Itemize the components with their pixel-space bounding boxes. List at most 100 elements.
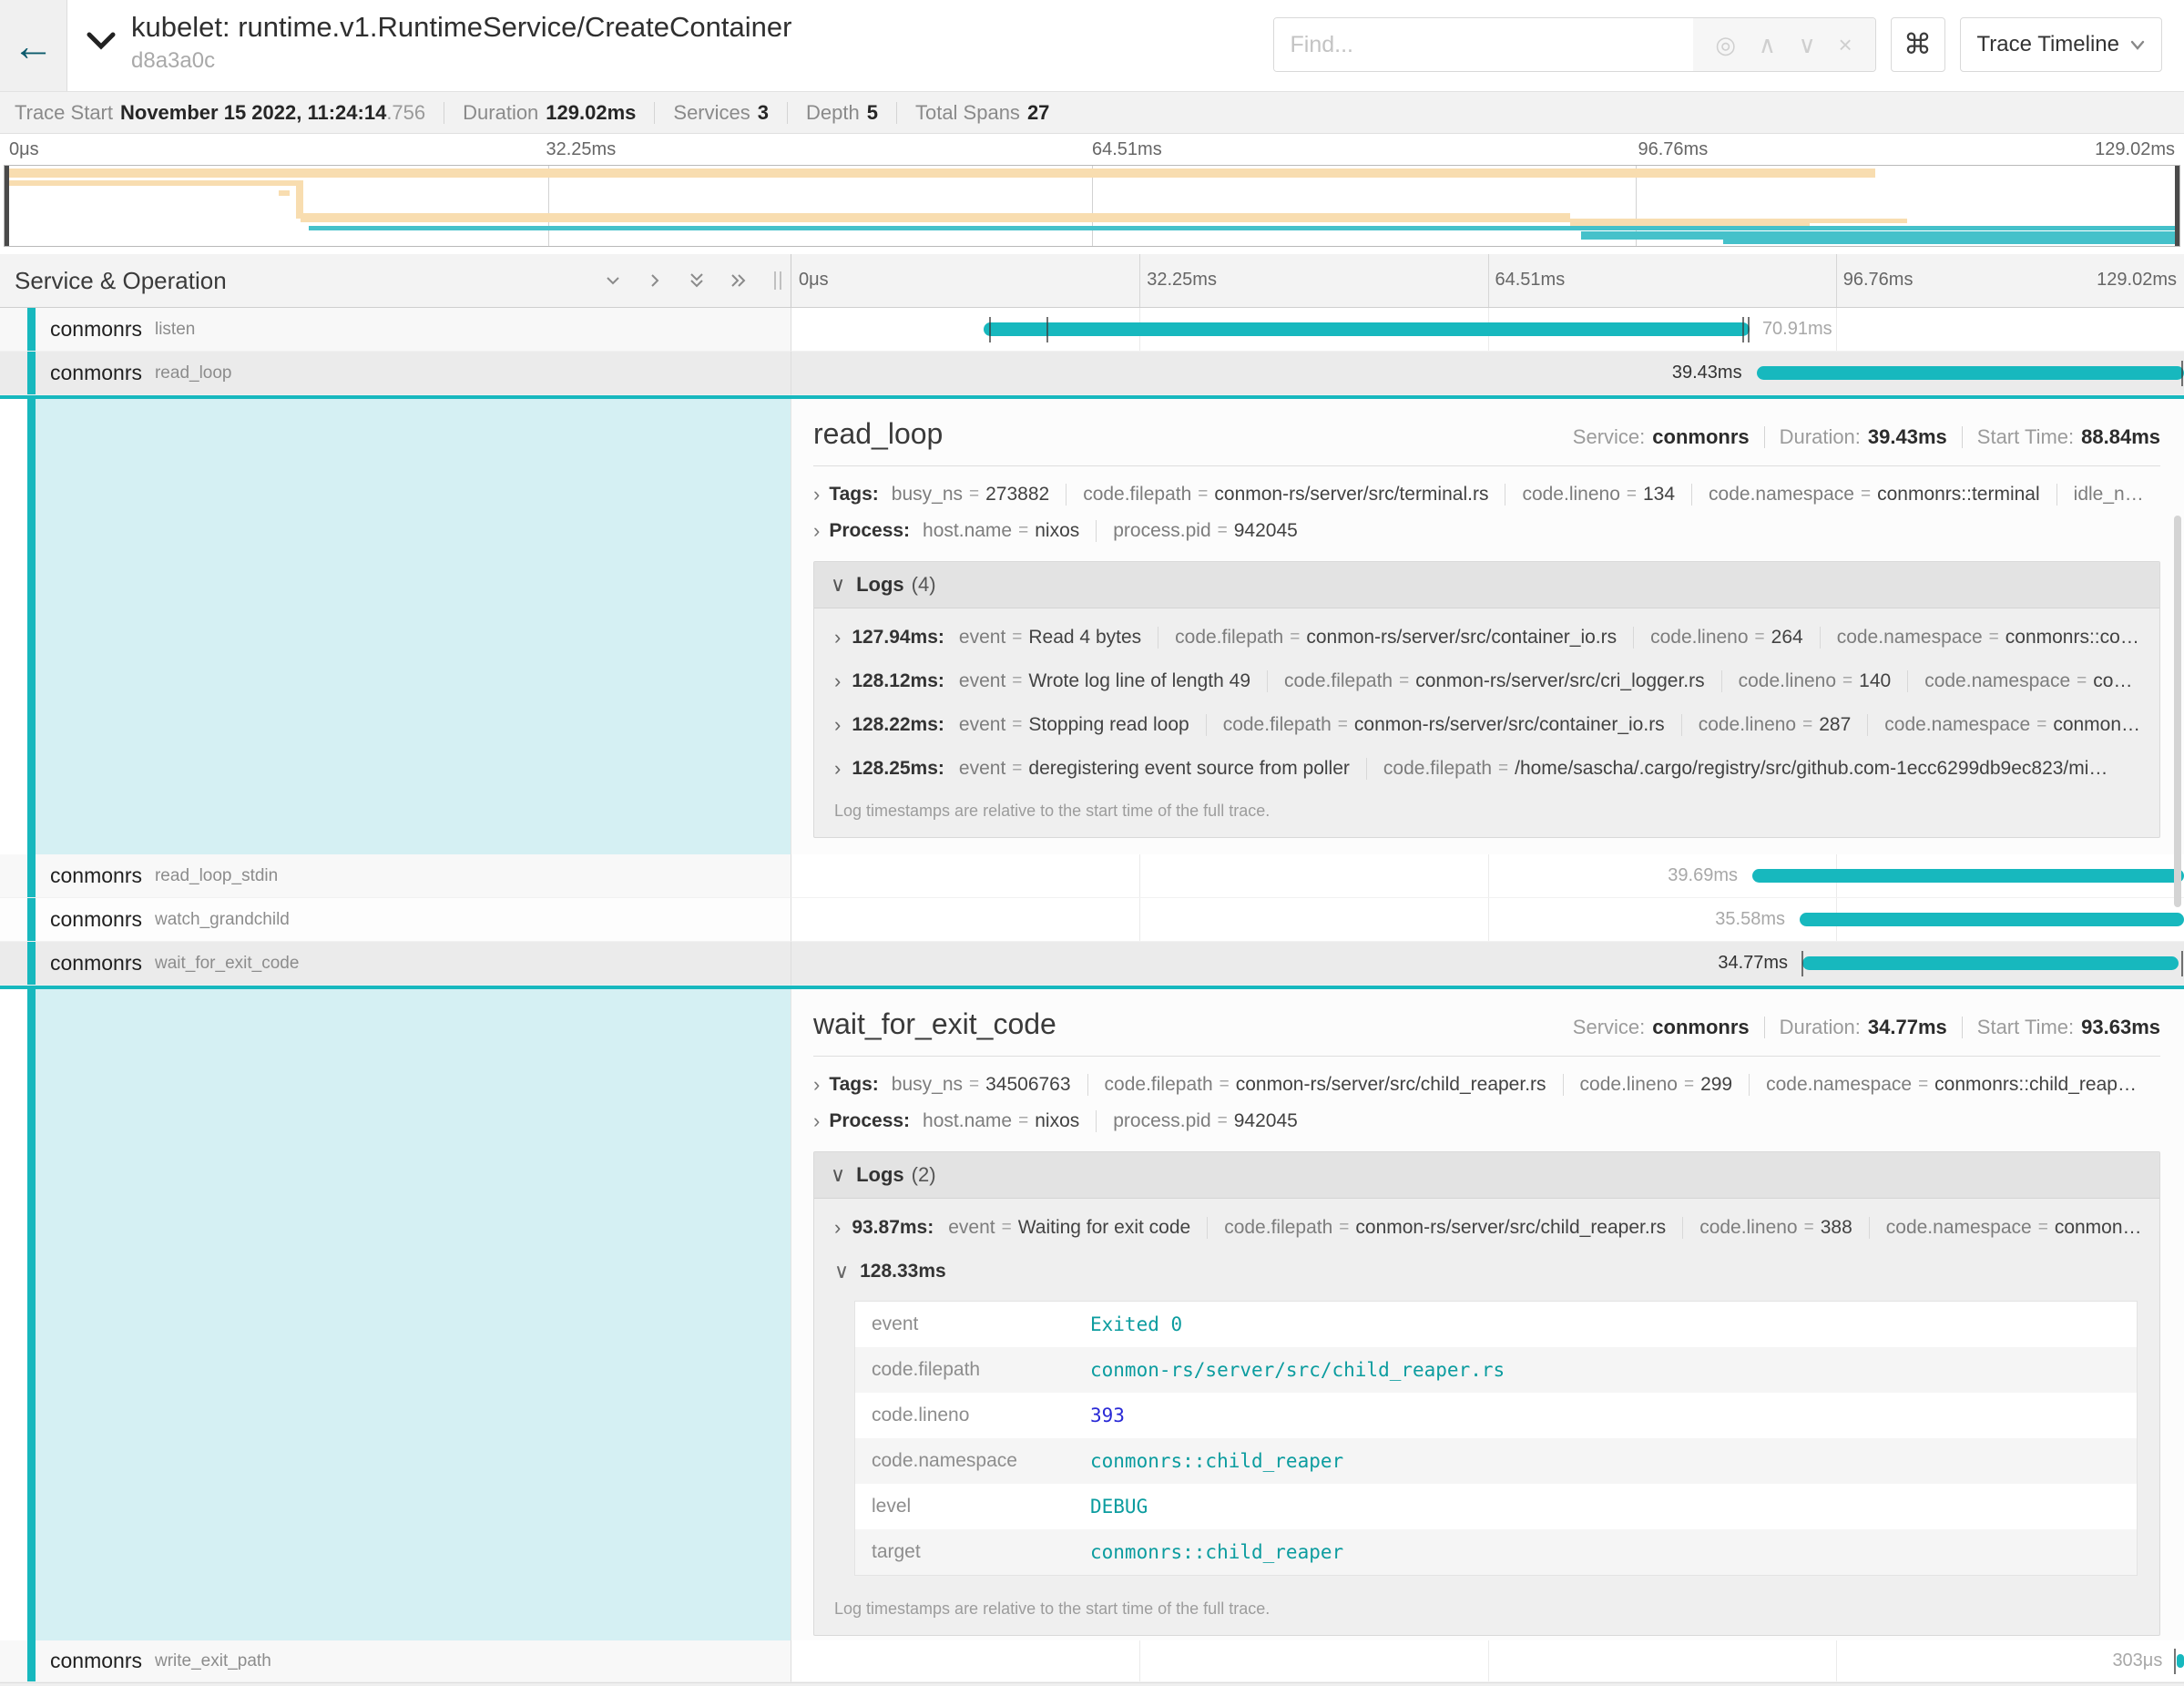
log-entry-expanded[interactable]: ∨ 128.33ms: [827, 1250, 2147, 1293]
process-accordion[interactable]: › Process: host.name=nixos process.pid=9…: [813, 1109, 2160, 1133]
log-entry[interactable]: › 127.94ms: event=Read 4 bytes code.file…: [827, 616, 2147, 659]
operation-name: read_loop: [155, 363, 232, 383]
tags-accordion[interactable]: › Tags: busy_ns=34506763 code.filepath=c…: [813, 1073, 2160, 1097]
view-selector-button[interactable]: Trace Timeline: [1960, 17, 2163, 72]
tag-value: conmonrs::child_reap…: [1934, 1074, 2137, 1096]
find-input[interactable]: [1274, 18, 1693, 71]
tags-accordion[interactable]: › Tags: busy_ns=273882 code.filepath=con…: [813, 483, 2160, 506]
next-match-icon[interactable]: ∨: [1799, 31, 1816, 59]
back-button[interactable]: ←: [0, 0, 67, 91]
total-spans-value: 27: [1027, 101, 1049, 125]
log-timestamp: 128.33ms: [860, 1261, 946, 1282]
chevron-right-icon: ›: [813, 519, 820, 543]
minimap-tick: 96.76ms: [1638, 139, 1709, 160]
depth-label: Depth: [806, 101, 860, 125]
span-duration-label: 70.91ms: [1750, 308, 1832, 351]
span-row-watch-grandchild: conmonrs watch_grandchild 35.58ms: [0, 898, 2184, 942]
tag-key: busy_ns: [892, 1074, 963, 1096]
top-controls: ◎ ∧ ∨ × ⌘ Trace Timeline: [1273, 17, 2163, 72]
log-entry[interactable]: › 128.22ms: event=Stopping read loop cod…: [827, 703, 2147, 747]
detail-indent-rail: [0, 989, 791, 1640]
field-value: conmonrs::child_reaper: [1090, 1541, 1343, 1563]
service-color-bar: [27, 898, 36, 941]
command-key-icon: ⌘: [1903, 28, 1932, 61]
span-timeline-cell[interactable]: 35.58ms: [791, 898, 2184, 942]
span-row-listen: conmonrs listen 70.91ms: [0, 308, 2184, 352]
trace-title-block: kubelet: runtime.v1.RuntimeService/Creat…: [131, 0, 791, 91]
trace-timeline-page: ← kubelet: runtime.v1.RuntimeService/Cre…: [0, 0, 2184, 1686]
collapse-trace-header-icon[interactable]: [86, 31, 117, 91]
process-value: nixos: [1035, 1110, 1079, 1132]
process-key: process.pid: [1113, 520, 1210, 542]
duration-label: Duration:: [1780, 1016, 1861, 1039]
service-color-bar: [27, 942, 36, 985]
collapse-one-icon[interactable]: [603, 271, 623, 291]
minimap-tick: 32.25ms: [546, 139, 617, 160]
back-arrow-icon: ←: [13, 21, 55, 70]
minimap-span-bar: [5, 169, 1875, 178]
service-label: Service:: [1573, 425, 1645, 449]
span-name-cell[interactable]: conmonrs write_exit_path: [0, 1640, 791, 1682]
span-name-cell[interactable]: conmonrs read_loop: [0, 352, 791, 395]
column-resize-handle[interactable]: [774, 271, 781, 290]
tag-value: 273882: [985, 484, 1049, 506]
minimap-drag-handle-left[interactable]: [5, 166, 9, 246]
log-timestamp: 127.94ms:: [852, 627, 944, 649]
service-name: conmonrs: [50, 863, 142, 888]
process-value: 942045: [1234, 1110, 1298, 1132]
log-entry[interactable]: › 128.12ms: event=Wrote log line of leng…: [827, 659, 2147, 703]
minimap-drag-handle-right[interactable]: [2175, 166, 2179, 246]
minimap-span-bar: [279, 190, 290, 196]
minimap-span-bar: [1723, 240, 2179, 244]
services-label: Services: [673, 101, 750, 125]
span-bar[interactable]: [984, 322, 1750, 336]
prev-match-icon[interactable]: ∧: [1759, 31, 1776, 59]
trace-start-label: Trace Start: [15, 101, 113, 125]
span-name-cell[interactable]: conmonrs listen: [0, 308, 791, 352]
span-id-row: SpanID: 5faf48165428c37a: [813, 838, 2160, 854]
service-color-bar: [27, 352, 36, 394]
minimap-canvas[interactable]: [4, 165, 2180, 247]
log-entry[interactable]: › 93.87ms: event=Waiting for exit code c…: [827, 1206, 2147, 1250]
span-timeline-cell[interactable]: 34.77ms: [791, 942, 2184, 986]
span-timeline-cell[interactable]: 39.69ms: [791, 854, 2184, 898]
span-table-header: Service & Operation 0μs 32.25ms 64.51ms …: [0, 254, 2184, 308]
span-bar[interactable]: [1802, 956, 2179, 970]
span-timeline-cell[interactable]: 70.91ms: [791, 308, 2184, 352]
ruler-tick: 64.51ms: [1495, 270, 1566, 291]
span-bar[interactable]: [1752, 869, 2184, 883]
expand-one-icon[interactable]: [645, 271, 665, 291]
clear-search-icon[interactable]: ×: [1839, 31, 1852, 59]
span-name-cell[interactable]: conmonrs wait_for_exit_code: [0, 942, 791, 986]
keyboard-shortcuts-button[interactable]: ⌘: [1891, 17, 1945, 72]
span-timeline-cell[interactable]: 303μs: [791, 1640, 2184, 1682]
chevron-down-icon: ∨: [834, 1260, 849, 1283]
tag-key: code.namespace: [1766, 1074, 1912, 1096]
tag-value: conmonrs::terminal: [1877, 484, 2040, 506]
span-name-cell[interactable]: conmonrs watch_grandchild: [0, 898, 791, 942]
collapse-all-icon[interactable]: [687, 271, 707, 291]
process-label: Process:: [829, 520, 910, 542]
span-bar[interactable]: [1757, 366, 2184, 380]
span-timeline-cell[interactable]: 39.43ms: [791, 352, 2184, 395]
process-accordion[interactable]: › Process: host.name=nixos process.pid=9…: [813, 519, 2160, 543]
minimap-tick: 129.02ms: [2095, 139, 2175, 160]
logs-accordion-header[interactable]: ∨ Logs (2): [814, 1152, 2159, 1199]
chevron-right-icon: ›: [813, 1109, 820, 1133]
expand-all-icon[interactable]: [729, 271, 749, 291]
start-time-label: Start Time:: [1977, 1016, 2074, 1039]
match-case-icon[interactable]: ◎: [1715, 31, 1736, 59]
span-row-read-loop: conmonrs read_loop 39.43ms: [0, 352, 2184, 395]
span-name-cell[interactable]: conmonrs read_loop_stdin: [0, 854, 791, 898]
trace-start-fraction: .756: [386, 101, 425, 125]
logs-accordion-header[interactable]: ∨ Logs (4): [814, 562, 2159, 608]
logs-note: Log timestamps are relative to the start…: [827, 1589, 2147, 1633]
detail-operation-title: read_loop: [813, 417, 943, 451]
scrollbar-thumb[interactable]: [2174, 516, 2181, 907]
process-key: process.pid: [1113, 1110, 1210, 1132]
span-bar[interactable]: [1800, 913, 2184, 926]
span-bar[interactable]: [2177, 1654, 2184, 1668]
log-entry[interactable]: › 128.25ms: event=deregistering event so…: [827, 747, 2147, 791]
find-group: ◎ ∧ ∨ ×: [1273, 17, 1876, 72]
logs-label: Logs: [856, 573, 904, 597]
